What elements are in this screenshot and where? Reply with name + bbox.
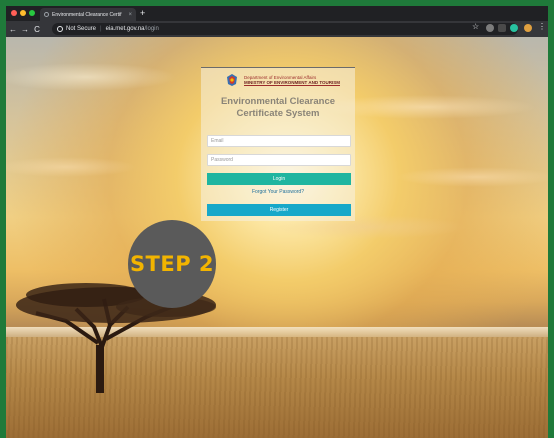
url-separator: | xyxy=(100,26,102,32)
login-panel: Department of Environmental Affairs MINI… xyxy=(201,67,355,221)
info-icon[interactable] xyxy=(57,26,63,32)
maximize-window-button[interactable] xyxy=(29,10,35,16)
globe-icon xyxy=(44,12,49,17)
browser-tab[interactable]: Environmental Clearance Certif × xyxy=(40,8,136,21)
ministry-name: MINISTRY OF ENVIRONMENT AND TOURISM xyxy=(244,79,341,86)
close-window-button[interactable] xyxy=(11,10,17,16)
ministry-header: Department of Environmental Affairs MINI… xyxy=(225,73,341,87)
forward-arrow-icon[interactable]: → xyxy=(20,25,30,34)
extension-icon[interactable] xyxy=(510,24,518,32)
back-arrow-icon[interactable]: ← xyxy=(8,25,18,34)
reload-icon[interactable]: C xyxy=(32,25,42,34)
url-host: eia.met.gov.na xyxy=(105,26,145,32)
url-path: /login xyxy=(144,26,159,32)
security-status: Not Secure xyxy=(66,26,97,32)
browser-window: Environmental Clearance Certif × + ← → C… xyxy=(6,6,548,438)
tab-strip: Environmental Clearance Certif × + xyxy=(6,6,548,21)
bookmark-star-icon[interactable]: ☆ xyxy=(472,22,479,31)
register-button[interactable]: Register xyxy=(207,204,351,216)
extension-icon[interactable] xyxy=(498,24,506,32)
step-badge: STEP 2 xyxy=(128,220,216,308)
title-line-1: Environmental Clearance xyxy=(220,96,336,107)
new-tab-button[interactable]: + xyxy=(140,8,145,19)
password-field[interactable] xyxy=(207,154,351,166)
title-line-2: Certificate System xyxy=(236,108,320,119)
namibia-coat-of-arms-icon xyxy=(227,74,237,86)
browser-menu-icon[interactable]: ⋮ xyxy=(538,22,546,31)
close-tab-icon[interactable]: × xyxy=(128,12,132,18)
tab-title: Environmental Clearance Certif xyxy=(52,11,122,18)
address-bar[interactable]: Not Secure | eia.met.gov.na /login xyxy=(52,23,518,35)
profile-avatar-icon[interactable] xyxy=(524,24,532,32)
login-button[interactable]: Login xyxy=(207,173,351,185)
email-field[interactable] xyxy=(207,135,351,147)
page-title: Environmental Clearance Certificate Syst… xyxy=(201,96,355,120)
forgot-password-link[interactable]: Forgot Your Password? xyxy=(201,189,355,195)
minimize-window-button[interactable] xyxy=(20,10,26,16)
step-label: STEP 2 xyxy=(129,252,215,276)
extension-icon[interactable] xyxy=(486,24,494,32)
page-viewport: Department of Environmental Affairs MINI… xyxy=(6,37,548,438)
address-toolbar: ← → C Not Secure | eia.met.gov.na /login… xyxy=(6,21,548,37)
